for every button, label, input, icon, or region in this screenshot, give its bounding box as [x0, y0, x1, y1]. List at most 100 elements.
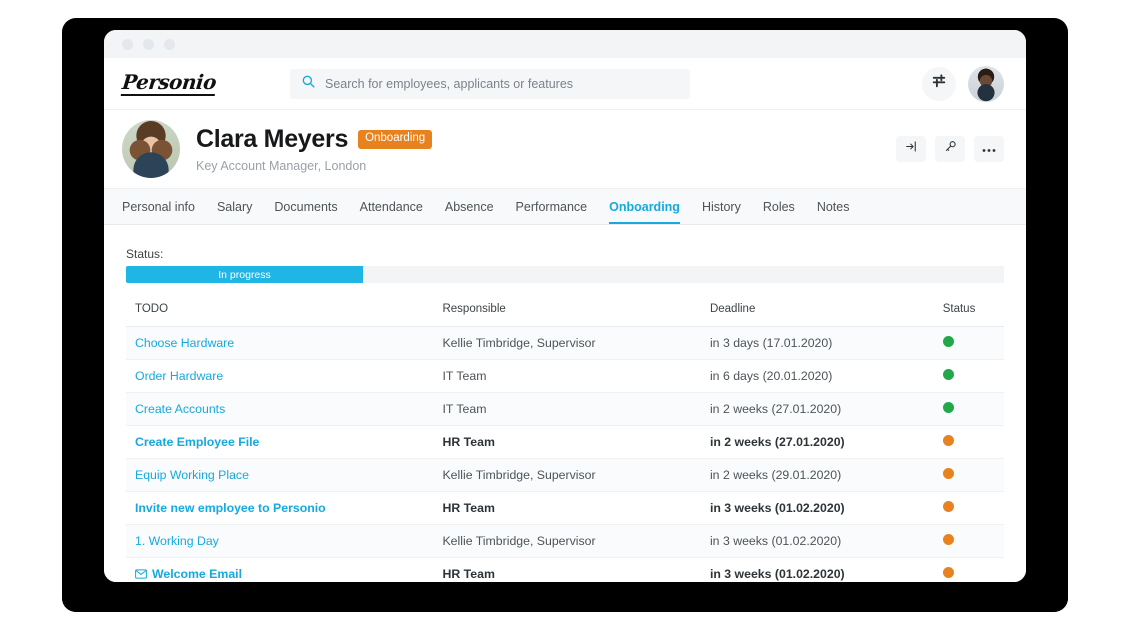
- search-icon: [302, 75, 315, 93]
- tab-absence[interactable]: Absence: [445, 189, 494, 224]
- cell-status: [942, 326, 1004, 360]
- column-header-responsible[interactable]: Responsible: [442, 303, 710, 327]
- todo-table-head: TODO Responsible Deadline Status: [126, 303, 1004, 327]
- todo-link[interactable]: Create Employee File: [135, 435, 259, 449]
- cell-deadline: in 3 weeks (01.02.2020): [709, 491, 943, 525]
- browser-window: Personio Search for employees, applicant…: [104, 30, 1026, 582]
- tab-documents[interactable]: Documents: [274, 189, 337, 224]
- sliders-icon: [931, 73, 947, 94]
- cell-todo[interactable]: Welcome Email: [126, 557, 443, 582]
- todo-table-body: Choose Hardware Kellie Timbridge, Supervi…: [126, 326, 1004, 582]
- cell-status: [942, 458, 1004, 492]
- app-header-actions: [922, 65, 1004, 102]
- cell-todo[interactable]: Choose Hardware: [126, 326, 443, 360]
- ellipsis-icon: [982, 140, 996, 158]
- window-titlebar: [104, 30, 1026, 58]
- status-badge: Onboarding: [358, 130, 433, 149]
- arrow-into-door-icon: [905, 140, 918, 158]
- status-dot-green: [942, 336, 954, 347]
- table-row[interactable]: Create Accounts IT Team in 2 weeks (27.01.…: [126, 392, 1004, 426]
- cell-status: [942, 491, 1004, 525]
- window-maximize-dot[interactable]: [164, 38, 175, 50]
- table-row[interactable]: Choose Hardware Kellie Timbridge, Supervi…: [126, 326, 1004, 360]
- cell-deadline: in 2 weeks (27.01.2020): [709, 392, 943, 426]
- employee-profile-header: Clara Meyers Onboarding Key Account Mana…: [104, 110, 1026, 188]
- tab-personal-info[interactable]: Personal info: [122, 189, 195, 224]
- employee-avatar[interactable]: [122, 120, 180, 178]
- login-as-button[interactable]: [896, 136, 926, 162]
- column-header-status[interactable]: Status: [942, 303, 1004, 327]
- table-row[interactable]: 1. Working Day Kellie Timbridge, Supervis…: [126, 524, 1004, 558]
- todo-link[interactable]: Invite new employee to Personio: [135, 501, 326, 515]
- profile-action-buttons: [896, 136, 1004, 162]
- employee-name-row: Clara Meyers Onboarding: [196, 125, 433, 154]
- screenshot-stage: Personio Search for employees, applicant…: [0, 0, 1130, 630]
- cell-deadline: in 6 days (20.01.2020): [709, 359, 943, 393]
- table-row[interactable]: Invite new employee to Personio HR Team in…: [126, 491, 1004, 525]
- cell-deadline: in 3 days (17.01.2020): [709, 326, 943, 360]
- progress-fill: In progress: [126, 266, 364, 283]
- table-row[interactable]: Welcome Email HR Team in 3 weeks (01.02.20…: [126, 557, 1004, 582]
- cell-responsible: Kellie Timbridge, Supervisor: [442, 458, 710, 492]
- window-close-dot[interactable]: [122, 38, 133, 50]
- cell-status: [942, 425, 1004, 459]
- status-dot-orange: [942, 534, 954, 545]
- cell-todo[interactable]: Equip Working Place: [126, 458, 443, 492]
- table-row[interactable]: Equip Working Place Kellie Timbridge, Sup…: [126, 458, 1004, 492]
- table-row[interactable]: Create Employee File HR Team in 2 weeks (2…: [126, 425, 1004, 459]
- tab-onboarding[interactable]: Onboarding: [609, 189, 680, 224]
- todo-link[interactable]: Welcome Email: [152, 567, 242, 581]
- page-title: Clara Meyers: [196, 125, 349, 153]
- cell-todo[interactable]: Create Employee File: [126, 425, 443, 459]
- user-avatar[interactable]: [968, 65, 1004, 102]
- key-icon: [944, 140, 957, 158]
- table-row[interactable]: Order Hardware IT Team in 6 days (20.01.20…: [126, 359, 1004, 393]
- onboarding-panel: Status: In progress TODO Responsible Dea…: [104, 225, 1026, 582]
- settings-button[interactable]: [922, 66, 956, 101]
- cell-todo[interactable]: Invite new employee to Personio: [126, 491, 443, 525]
- cell-deadline: in 2 weeks (29.01.2020): [709, 458, 943, 492]
- todo-link[interactable]: Choose Hardware: [135, 336, 234, 350]
- more-options-button[interactable]: [974, 136, 1004, 162]
- cell-responsible: Kellie Timbridge, Supervisor: [442, 524, 710, 558]
- todo-link[interactable]: Equip Working Place: [135, 468, 249, 482]
- tab-history[interactable]: History: [702, 189, 741, 224]
- column-header-todo[interactable]: TODO: [126, 303, 443, 327]
- tab-roles[interactable]: Roles: [763, 189, 795, 224]
- cell-responsible: IT Team: [442, 392, 710, 426]
- window-minimize-dot[interactable]: [143, 38, 154, 50]
- app-header: Personio Search for employees, applicant…: [104, 58, 1026, 110]
- progress-label: In progress: [218, 268, 271, 281]
- cell-status: [942, 392, 1004, 426]
- cell-status: [942, 359, 1004, 393]
- search-input[interactable]: Search for employees, applicants or feat…: [325, 77, 573, 91]
- logo-container[interactable]: Personio: [104, 69, 290, 96]
- cell-deadline: in 3 weeks (01.02.2020): [709, 557, 943, 582]
- cell-todo[interactable]: Order Hardware: [126, 359, 443, 393]
- profile-tabs: Personal info Salary Documents Attendanc…: [104, 188, 1026, 225]
- personio-logo: Personio: [120, 69, 218, 96]
- todo-table: TODO Responsible Deadline Status Choose …: [126, 303, 1004, 582]
- cell-todo[interactable]: 1. Working Day: [126, 524, 443, 558]
- column-header-deadline[interactable]: Deadline: [709, 303, 943, 327]
- cell-responsible: Kellie Timbridge, Supervisor: [442, 326, 710, 360]
- todo-link[interactable]: Create Accounts: [135, 402, 225, 416]
- tab-salary[interactable]: Salary: [217, 189, 252, 224]
- mail-icon: [135, 567, 152, 581]
- todo-link[interactable]: Order Hardware: [135, 369, 223, 383]
- status-label: Status:: [126, 247, 164, 261]
- tab-notes[interactable]: Notes: [817, 189, 850, 224]
- cell-todo[interactable]: Create Accounts: [126, 392, 443, 426]
- todo-link[interactable]: 1. Working Day: [135, 534, 219, 548]
- status-dot-green: [942, 402, 954, 413]
- reset-password-button[interactable]: [935, 136, 965, 162]
- tab-attendance[interactable]: Attendance: [360, 189, 423, 224]
- cell-deadline: in 2 weeks (27.01.2020): [709, 425, 943, 459]
- status-dot-orange: [942, 567, 954, 578]
- status-dot-orange: [942, 435, 954, 446]
- tab-performance[interactable]: Performance: [516, 189, 588, 224]
- cell-responsible: HR Team: [442, 491, 710, 525]
- global-search[interactable]: Search for employees, applicants or feat…: [290, 68, 690, 99]
- cell-deadline: in 3 weeks (01.02.2020): [709, 524, 943, 558]
- status-dot-orange: [942, 501, 954, 512]
